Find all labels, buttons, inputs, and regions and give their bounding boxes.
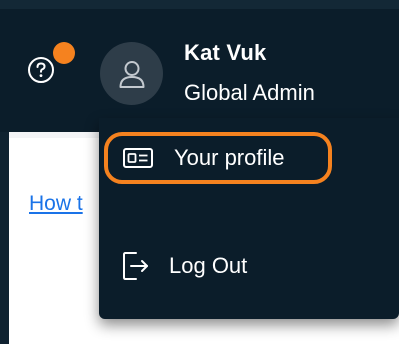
help-button[interactable]	[27, 56, 55, 84]
user-role: Global Admin	[184, 80, 315, 105]
logout-icon	[123, 252, 148, 280]
question-circle-icon	[28, 57, 54, 83]
menu-item-log-out[interactable]: Log Out	[121, 244, 247, 288]
menu-item-label: Your profile	[174, 145, 285, 170]
menu-item-label: Log Out	[169, 253, 248, 278]
avatar[interactable]	[100, 42, 163, 105]
user-menu-dropdown: Your profile Log Out	[99, 118, 399, 319]
menu-item-your-profile[interactable]: Your profile	[104, 132, 332, 184]
help-link[interactable]: How t	[29, 192, 83, 216]
app-frame: Kat Vuk Global Admin How t Your profile …	[0, 0, 399, 344]
top-header	[0, 0, 399, 132]
user-icon	[119, 60, 144, 88]
id-card-icon	[123, 148, 153, 168]
user-name: Kat Vuk	[184, 40, 267, 65]
notification-badge	[53, 42, 75, 64]
